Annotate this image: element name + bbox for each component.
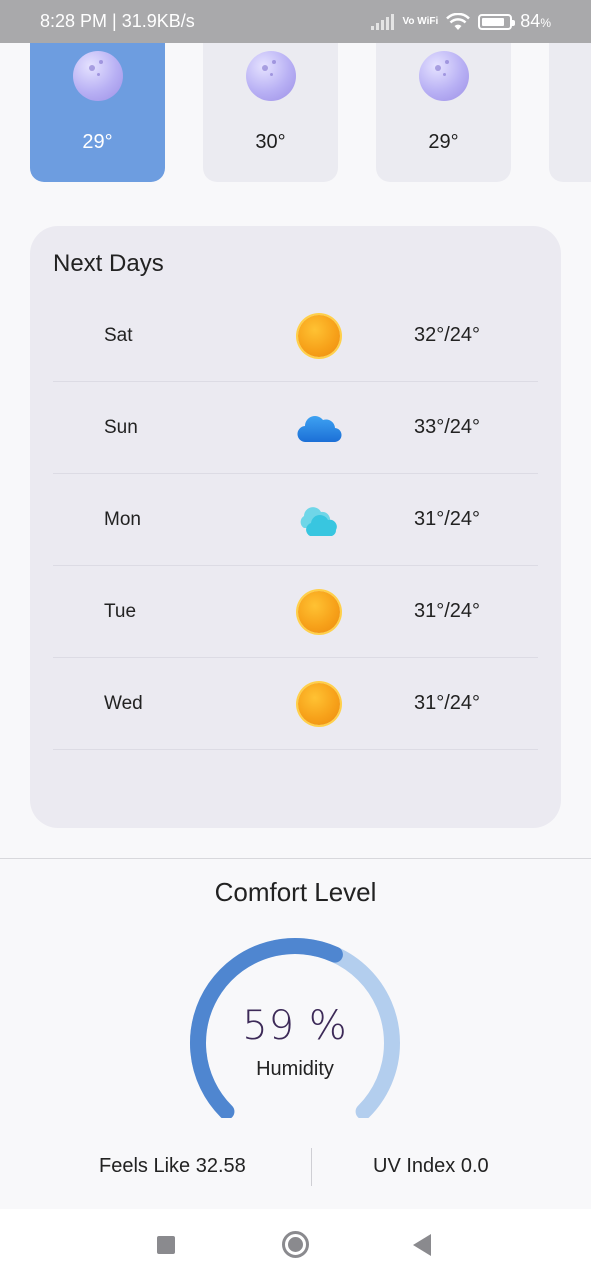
sun-icon [296,314,342,358]
battery-icon [478,13,516,30]
day-row[interactable]: Wed 31°/24° [53,658,538,750]
moon-icon [418,51,469,101]
day-temp: 32°/24° [414,324,481,346]
day-name: Wed [104,692,143,714]
comfort-stats: Feels Like 32.58 UV Index 0.0 [0,1148,591,1188]
day-temp: 31°/24° [414,692,481,714]
hourly-card-partial[interactable] [549,43,591,182]
feels-like: Feels Like 32.58 [99,1155,246,1177]
hourly-temp: 29° [82,131,113,153]
day-name: Mon [104,508,141,530]
day-name: Sun [104,416,138,438]
moon-icon [245,51,296,101]
hourly-card[interactable]: 29° [376,43,511,182]
next-days-title: Next Days [53,250,164,277]
next-days-card: Next Days Sat 32°/24° Sun 33°/24° Mon 31… [30,226,561,828]
section-divider [0,858,591,859]
vowifi-label: Vo WiFi [402,16,439,27]
moon-icon [72,51,123,101]
day-list: Sat 32°/24° Sun 33°/24° Mon 31°/24° Tue … [53,290,538,750]
day-row[interactable]: Sat 32°/24° [53,290,538,382]
navigation-bar [0,1209,591,1280]
battery-percent: 84% [520,11,551,31]
humidity-label: Humidity [256,1058,334,1080]
sun-icon [296,590,342,634]
day-row[interactable]: Tue 31°/24° [53,566,538,658]
hourly-card[interactable]: 30° [203,43,338,182]
home-button[interactable] [282,1231,309,1258]
partly-cloudy-icon [296,498,342,542]
humidity-value: 59 % [242,1003,348,1049]
cloud-icon [296,406,342,450]
recent-apps-button[interactable] [157,1236,175,1254]
day-row[interactable]: Mon 31°/24° [53,474,538,566]
signal-icon [371,13,395,30]
wifi-icon [446,12,471,30]
status-bar: 8:28 PM | 31.9KB/s Vo WiFi 84% [0,0,591,43]
hourly-card[interactable]: 29° [30,43,165,182]
stats-divider [311,1148,312,1186]
status-time-speed: 8:28 PM | 31.9KB/s [40,11,195,31]
hourly-temp: 30° [255,131,286,153]
status-icons: Vo WiFi 84% [371,11,551,32]
sun-icon [296,682,342,726]
day-name: Tue [104,600,137,622]
hourly-temp: 29° [428,131,459,153]
day-temp: 31°/24° [414,508,481,530]
comfort-title: Comfort Level [214,877,377,907]
back-button[interactable] [413,1234,431,1256]
uv-index: UV Index 0.0 [373,1155,489,1177]
day-name: Sat [104,324,133,346]
day-row[interactable]: Sun 33°/24° [53,382,538,474]
day-temp: 31°/24° [414,600,481,622]
hourly-forecast[interactable]: 29° 30° 29° [0,43,591,183]
day-temp: 33°/24° [414,416,481,438]
